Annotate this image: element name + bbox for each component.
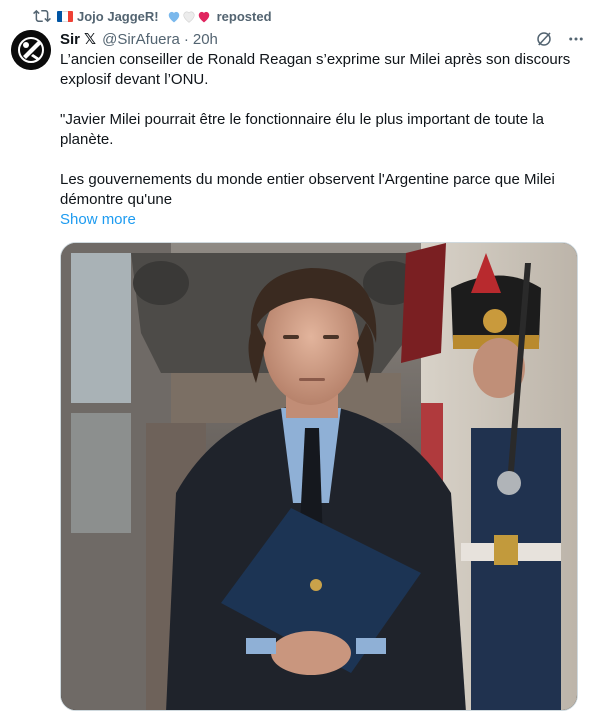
reposter-name[interactable]: Jojo JaggeR! — [77, 9, 159, 24]
blue-heart-icon — [168, 11, 179, 22]
tweet-paragraph: L’ancien conseiller de Ronald Reagan s’e… — [60, 51, 571, 88]
grok-icon[interactable] — [535, 30, 553, 48]
tweet-paragraph: Les gouvernements du monde entier observ… — [60, 171, 555, 208]
france-flag-icon — [57, 10, 73, 22]
more-icon[interactable] — [567, 30, 585, 48]
repost-icon — [33, 7, 51, 25]
red-heart-icon — [198, 11, 209, 22]
tweet-media-photo[interactable] — [60, 242, 578, 711]
tweet[interactable]: Jojo JaggeR! reposted Sir 𝕏 @SirAfuera ·… — [0, 0, 605, 711]
timestamp[interactable]: 20h — [193, 31, 218, 48]
x-badge: 𝕏 — [84, 31, 97, 48]
reposted-label: reposted — [216, 8, 272, 24]
author-handle[interactable]: @SirAfuera — [102, 31, 180, 48]
author-display-name[interactable]: Sir — [60, 31, 80, 48]
avatar[interactable] — [11, 30, 51, 70]
tweet-header: Sir 𝕏 @SirAfuera · 20h — [60, 29, 585, 49]
show-more-link[interactable]: Show more — [60, 210, 136, 230]
repost-context[interactable]: Jojo JaggeR! reposted — [33, 6, 272, 26]
white-heart-icon — [183, 11, 195, 23]
tweet-paragraph: "Javier Milei pourrait être le fonctionn… — [60, 111, 544, 148]
separator-dot: · — [183, 30, 189, 48]
tweet-text: L’ancien conseiller de Ronald Reagan s’e… — [60, 50, 585, 210]
